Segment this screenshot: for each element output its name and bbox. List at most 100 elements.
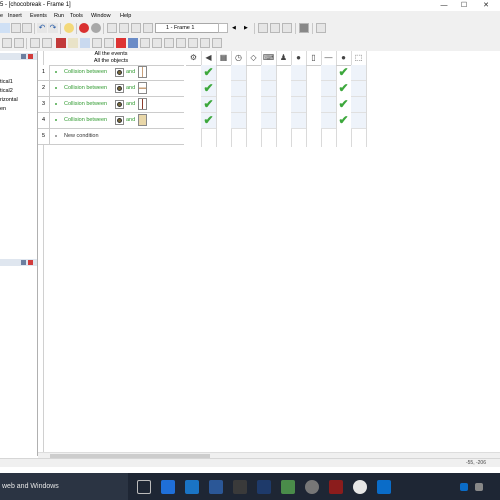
onedrive-icon[interactable] bbox=[377, 480, 391, 494]
menu-file[interactable]: e bbox=[0, 13, 3, 19]
event-row[interactable]: 1 Collision between and bbox=[38, 65, 184, 81]
action-check-icon[interactable]: ✔ bbox=[336, 65, 351, 80]
keyboard-mouse-icon[interactable]: ⌨ bbox=[261, 51, 276, 66]
menu-insert[interactable]: Insert bbox=[8, 13, 22, 19]
tool-icon[interactable] bbox=[176, 38, 186, 48]
close-button[interactable]: ✕ bbox=[478, 0, 494, 11]
storyboard-icon[interactable]: ▦ bbox=[216, 51, 231, 66]
chrome-icon[interactable] bbox=[353, 480, 367, 494]
tray-icon[interactable] bbox=[475, 483, 483, 491]
paddle-object-icon[interactable]: ▯ bbox=[306, 51, 321, 66]
zoom-icon[interactable] bbox=[258, 23, 268, 33]
close-icon[interactable] bbox=[28, 54, 33, 59]
ball-object-icon[interactable]: ● bbox=[291, 51, 306, 66]
stop-icon[interactable] bbox=[79, 23, 89, 33]
tool-icon[interactable] bbox=[30, 38, 40, 48]
tool-icon[interactable] bbox=[152, 38, 162, 48]
outlook-icon[interactable] bbox=[185, 480, 199, 494]
frame-select[interactable]: 1 - Frame 1 bbox=[155, 23, 227, 33]
open-icon[interactable] bbox=[0, 23, 10, 33]
adobe-icon[interactable] bbox=[329, 480, 343, 494]
action-check-icon[interactable]: ✔ bbox=[201, 113, 216, 128]
tool-icon[interactable] bbox=[42, 38, 52, 48]
help-icon[interactable] bbox=[64, 23, 74, 33]
edge-icon[interactable] bbox=[161, 480, 175, 494]
minimize-button[interactable]: — bbox=[436, 0, 452, 11]
insert-icon[interactable] bbox=[68, 38, 78, 48]
redo-icon[interactable]: ↷ bbox=[48, 23, 58, 33]
task-view-icon[interactable] bbox=[137, 480, 151, 494]
delete-icon[interactable] bbox=[56, 38, 66, 48]
close-icon[interactable] bbox=[28, 260, 33, 265]
new-condition-row[interactable]: 5 New condition bbox=[38, 129, 184, 145]
sound-icon[interactable]: ◀ bbox=[201, 51, 216, 66]
event-row[interactable]: 4 Collision between and bbox=[38, 113, 184, 129]
action-check-icon[interactable]: ✔ bbox=[201, 81, 216, 96]
next-frame-button[interactable]: ▶ bbox=[244, 25, 248, 31]
tool-icon[interactable] bbox=[2, 38, 12, 48]
menu-events[interactable]: Events bbox=[30, 13, 47, 19]
frame-editor-icon[interactable] bbox=[119, 23, 129, 33]
action-check-icon[interactable]: ✔ bbox=[336, 81, 351, 96]
tool-icon[interactable] bbox=[188, 38, 198, 48]
create-object-icon[interactable]: ◇ bbox=[246, 51, 261, 66]
event-editor-icon[interactable] bbox=[131, 23, 141, 33]
event-icon[interactable] bbox=[80, 38, 90, 48]
window-icon[interactable] bbox=[282, 23, 292, 33]
condition-text[interactable]: Collision between bbox=[64, 97, 107, 112]
prev-frame-button[interactable]: ◀ bbox=[232, 25, 236, 31]
tool-icon[interactable] bbox=[200, 38, 210, 48]
tool-icon[interactable] bbox=[14, 38, 24, 48]
taskbar-search-box[interactable]: web and Windows bbox=[0, 473, 128, 500]
action-check-icon[interactable]: ✔ bbox=[336, 113, 351, 128]
brick-object-icon[interactable]: ⬚ bbox=[351, 51, 366, 66]
menu-run[interactable]: Run bbox=[54, 13, 64, 19]
special-conditions-icon[interactable]: ⚙ bbox=[186, 51, 201, 66]
list-item[interactable]: tical1 bbox=[0, 79, 13, 85]
player-icon[interactable]: ♟ bbox=[276, 51, 291, 66]
condition-text[interactable]: Collision between bbox=[64, 81, 107, 96]
grid-icon[interactable] bbox=[270, 23, 280, 33]
event-list-icon[interactable] bbox=[143, 23, 153, 33]
photoshop-icon[interactable] bbox=[257, 480, 271, 494]
pin-icon[interactable] bbox=[21, 260, 26, 265]
maximize-button[interactable]: ☐ bbox=[456, 0, 472, 11]
app-icon[interactable] bbox=[281, 480, 295, 494]
list-item[interactable]: tical2 bbox=[0, 88, 13, 94]
condition-text[interactable]: Collision between bbox=[64, 65, 107, 80]
backdrop-icon[interactable]: — bbox=[321, 51, 336, 66]
copy-icon[interactable] bbox=[22, 23, 32, 33]
object-icon[interactable] bbox=[128, 38, 138, 48]
tool-icon[interactable] bbox=[140, 38, 150, 48]
menu-tools[interactable]: Tools bbox=[70, 13, 83, 19]
storyboard-editor-icon[interactable] bbox=[107, 23, 117, 33]
tool-icon[interactable] bbox=[164, 38, 174, 48]
ball-object-icon[interactable]: ● bbox=[336, 51, 351, 66]
list-item[interactable]: rizontal bbox=[0, 97, 18, 103]
condition-text[interactable]: Collision between bbox=[64, 113, 107, 128]
delete-event-icon[interactable] bbox=[116, 38, 126, 48]
action-check-icon[interactable]: ✔ bbox=[336, 97, 351, 112]
event-row[interactable]: 2 Collision between and bbox=[38, 81, 184, 97]
pin-icon[interactable] bbox=[21, 54, 26, 59]
action-check-icon[interactable]: ✔ bbox=[201, 65, 216, 80]
record-icon[interactable] bbox=[91, 23, 101, 33]
build-icon[interactable] bbox=[316, 23, 326, 33]
tool-icon[interactable] bbox=[92, 38, 102, 48]
stop-app-icon[interactable] bbox=[299, 23, 309, 33]
frame-dropdown-icon[interactable] bbox=[218, 23, 228, 33]
word-icon[interactable] bbox=[209, 480, 223, 494]
menu-window[interactable]: Window bbox=[91, 13, 111, 19]
menu-help[interactable]: Help bbox=[120, 13, 131, 19]
save-icon[interactable] bbox=[11, 23, 21, 33]
mail-icon[interactable] bbox=[233, 480, 247, 494]
list-item[interactable]: en bbox=[0, 106, 6, 112]
tool-icon[interactable] bbox=[104, 38, 114, 48]
tool-icon[interactable] bbox=[212, 38, 222, 48]
event-row[interactable]: 3 Collision between and bbox=[38, 97, 184, 113]
action-check-icon[interactable]: ✔ bbox=[201, 97, 216, 112]
new-condition-label[interactable]: New condition bbox=[64, 129, 99, 144]
timer-icon[interactable]: ◷ bbox=[231, 51, 246, 66]
app-icon[interactable] bbox=[305, 480, 319, 494]
undo-icon[interactable]: ↶ bbox=[37, 23, 47, 33]
